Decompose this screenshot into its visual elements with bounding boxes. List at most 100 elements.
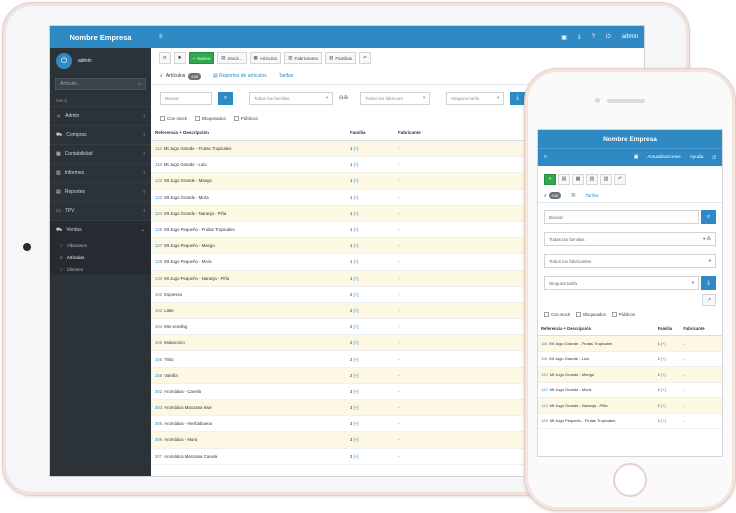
cell-ref-link[interactable]: 124 (541, 403, 548, 408)
col-description[interactable]: Referencia + Descripción (155, 130, 350, 135)
cell-ref-link[interactable]: 118 (155, 162, 162, 167)
checkbox[interactable] (160, 115, 165, 121)
info-icon[interactable]: ▣ (634, 155, 639, 160)
cell-ref-link[interactable]: 305 (155, 421, 162, 426)
cell-ref-link[interactable]: 122 (541, 387, 548, 392)
cell-ref-link[interactable]: 128 (155, 259, 162, 264)
family-select[interactable]: Todas las familias ▾ ⁂ (544, 232, 716, 246)
cell-ref-link[interactable]: 105 (155, 340, 162, 345)
sidebar-item-tpv[interactable]: ▭ TPV ‹ (50, 201, 151, 220)
family-link-icon[interactable]: [+] (352, 276, 359, 281)
checkbox[interactable] (544, 311, 549, 317)
family-link-icon[interactable]: [+] (352, 308, 359, 313)
col-maker[interactable]: Fabricante (683, 326, 719, 331)
families-button[interactable]: ▥ Familias (325, 52, 357, 64)
cell-ref-link[interactable]: 106 (155, 357, 162, 362)
cell-ref-link[interactable]: 116 (541, 341, 547, 346)
family-link-icon[interactable]: [+] (660, 403, 666, 408)
search-button[interactable]: ⌕ (701, 210, 716, 224)
col-family[interactable]: Familia (658, 326, 684, 331)
cell-ref-link[interactable]: 102 (155, 292, 162, 297)
family-link-icon[interactable]: [+] (352, 195, 359, 200)
cell-ref-link[interactable]: 103 (155, 308, 162, 313)
tree-icon[interactable]: ⊟⁂ (339, 95, 348, 101)
cell-ref-link[interactable]: 125 (541, 418, 548, 423)
sidebar-subitem-2[interactable]: ○ Clientes (50, 263, 151, 275)
power-icon[interactable]: ⏻ (56, 53, 72, 69)
stock-button[interactable]: ▤ (558, 173, 570, 185)
family-link-icon[interactable]: [+] (660, 356, 666, 361)
menu-toggle-icon[interactable]: ≡ (544, 155, 547, 160)
stock-button[interactable]: ▤ Stock... (217, 52, 247, 64)
sidebar-item-ventas[interactable]: ⛟ Ventas ⌄ (50, 220, 151, 239)
checkbox[interactable] (195, 115, 201, 121)
tab-reports[interactable]: ▤ Reportes de artículos (213, 73, 267, 79)
cell-ref-link[interactable]: 118 (541, 356, 547, 361)
family-link-icon[interactable]: [+] (352, 227, 359, 232)
search-input[interactable]: Buscar (544, 210, 699, 224)
report-icon[interactable]: ▤ (571, 192, 575, 198)
download-icon[interactable]: ⤓ (578, 34, 581, 41)
external-link-icon[interactable]: ↗ (702, 294, 716, 306)
sidebar-item-contabilidad[interactable]: ▦ Contabilidad ‹ (50, 144, 151, 163)
family-link-icon[interactable]: [+] (352, 324, 359, 329)
family-link-icon[interactable]: [+] (352, 389, 359, 394)
sidebar-search-input[interactable]: Artículo... (60, 81, 81, 87)
power-icon[interactable]: ⏻ (712, 155, 716, 161)
rate-select[interactable]: Ninguna tarifa ▾ (544, 276, 699, 290)
family-link-icon[interactable]: [+] (352, 162, 359, 167)
cell-ref-link[interactable]: 104 (155, 324, 162, 329)
articles-button[interactable]: ▦ Artículos (249, 52, 282, 64)
table-row[interactable]: 120 Mt Jugo Grande - Mango 1 [+] - (538, 367, 722, 383)
table-row[interactable]: 125 Mt Jugo Pequeño - Frutas Tropicales 1 … (538, 414, 722, 429)
maker-select[interactable]: Todos los fabricant ▾ (360, 91, 431, 105)
undo-button[interactable]: ↶ (614, 173, 626, 185)
family-link-icon[interactable]: [+] (352, 373, 359, 378)
cell-ref-link[interactable]: 307 (155, 454, 162, 459)
cell-ref-link[interactable]: 130 (155, 276, 162, 281)
undo-button[interactable]: ↶ (359, 52, 371, 64)
check-stock[interactable]: Con stock (544, 311, 570, 317)
cell-ref-link[interactable]: 302 (155, 389, 162, 394)
phone-brand-title[interactable]: Nombre Empresa (538, 130, 722, 148)
family-link-icon[interactable]: [+] (352, 243, 359, 248)
power-icon[interactable]: ⏻ (606, 34, 611, 41)
family-link-icon[interactable]: [+] (352, 259, 359, 264)
family-link-icon[interactable]: [+] (660, 387, 666, 392)
phone-update-link[interactable]: Actualizaciones (647, 155, 680, 160)
family-link-icon[interactable]: [+] (352, 340, 359, 345)
family-link-icon[interactable]: [+] (352, 421, 359, 426)
phone-help-link[interactable]: Ayuda (690, 155, 704, 160)
tab-rates[interactable]: Tarifas (279, 73, 294, 79)
cell-ref-link[interactable]: 306 (155, 437, 162, 442)
refresh-button[interactable]: ⟳ (159, 52, 171, 64)
new-button[interactable]: + Nuevo (188, 52, 215, 64)
family-link-icon[interactable]: [+] (660, 372, 666, 377)
rate-select[interactable]: Ninguna tarifa ▾ (446, 91, 505, 105)
check-public[interactable]: Públicos (611, 311, 635, 317)
family-link-icon[interactable]: [+] (352, 178, 359, 183)
help-icon[interactable]: ? (592, 34, 595, 40)
family-link-icon[interactable]: [+] (660, 418, 666, 423)
family-link-icon[interactable]: [+] (352, 146, 359, 151)
cell-ref-link[interactable]: 108 (155, 373, 162, 378)
tab-articles[interactable]: ⌕ Artículos 245 (160, 72, 201, 80)
family-link-icon[interactable]: [+] (352, 292, 359, 297)
cell-ref-link[interactable]: 122 (155, 195, 162, 200)
table-row[interactable]: 118 Mt Jugo Grande - Lulo 1 [+] - (538, 352, 722, 367)
download-button[interactable]: ⤓ (701, 276, 716, 290)
cell-ref-link[interactable]: 125 (155, 227, 162, 232)
download-button[interactable]: ⤓ (510, 91, 526, 105)
makers-button[interactable]: ▥ (586, 173, 598, 185)
menu-toggle-icon[interactable]: ≡ (159, 34, 163, 40)
maker-select[interactable]: Todos los fabricantes ▾ (544, 254, 716, 268)
family-link-icon[interactable]: [+] (660, 341, 666, 346)
sidebar-search[interactable]: Artículo... ⌕ (55, 78, 146, 90)
search-icon[interactable]: ⌕ (138, 81, 141, 87)
search-button[interactable]: ⌕ (218, 91, 233, 105)
family-link-icon[interactable]: [+] (352, 454, 359, 459)
checkbox[interactable] (611, 311, 617, 317)
cell-ref-link[interactable]: 116 (155, 146, 162, 151)
check-public[interactable]: Públicos (233, 115, 258, 121)
families-button[interactable]: ▥ (600, 173, 612, 185)
